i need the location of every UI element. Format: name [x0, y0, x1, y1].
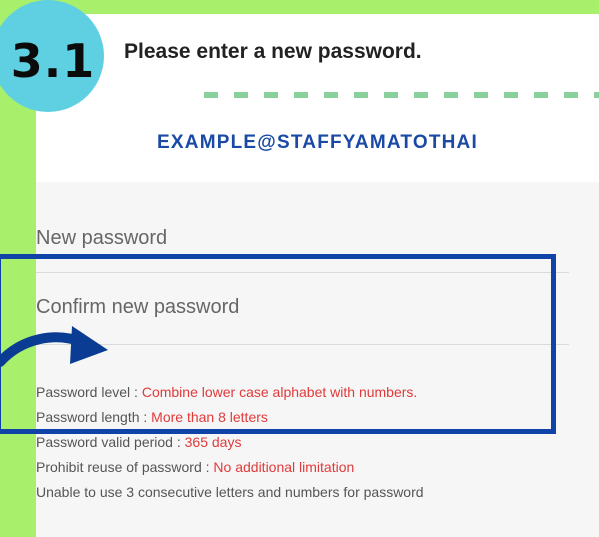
- header-card: Please enter a new password.: [44, 14, 599, 98]
- step-number: 3.1: [10, 34, 96, 88]
- rule-label: Unable to use 3 consecutive letters and …: [36, 484, 424, 500]
- rule-value: No additional limitation: [213, 459, 355, 475]
- rule-label: Password valid period :: [36, 434, 185, 450]
- instruction-text: Please enter a new password.: [124, 40, 422, 63]
- rule-label: Prohibit reuse of password :: [36, 459, 214, 475]
- account-email: EXAMPLE@STAFFYAMATOTHAI: [157, 132, 478, 153]
- curved-arrow-icon: [0, 326, 108, 367]
- rule-prohibit-reuse: Prohibit reuse of password : No addition…: [36, 455, 424, 480]
- new-password-placeholder: New password: [36, 227, 168, 249]
- rule-value: 365 days: [184, 434, 242, 450]
- rule-consecutive: Unable to use 3 consecutive letters and …: [36, 480, 424, 505]
